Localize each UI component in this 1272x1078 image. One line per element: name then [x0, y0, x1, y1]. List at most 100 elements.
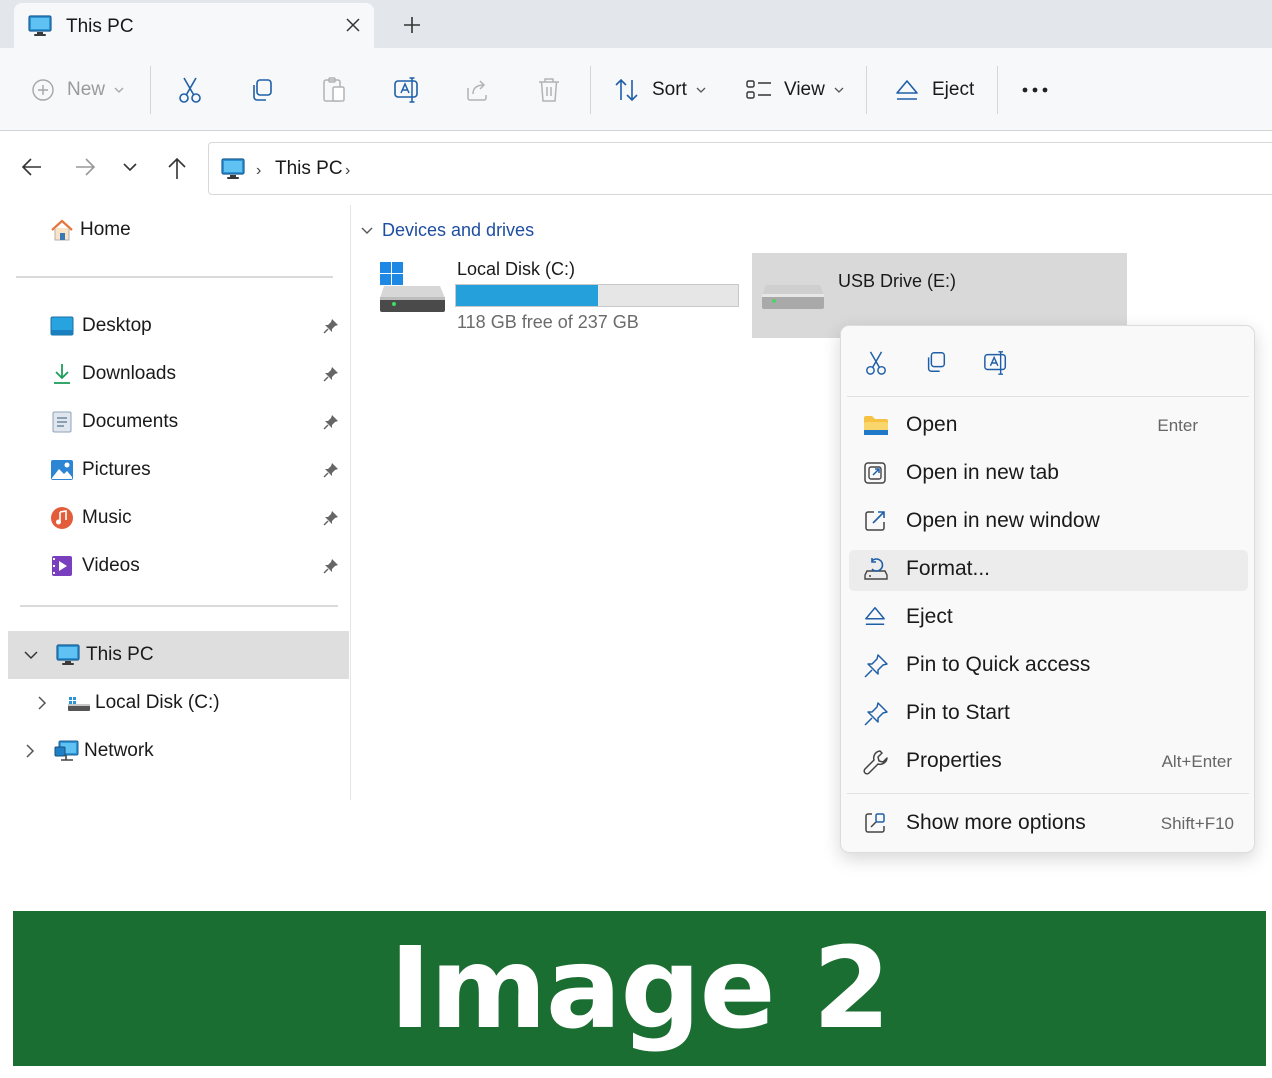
sidebar-item-downloads[interactable]: Downloads	[50, 351, 176, 397]
menu-item-pin-to-quick-access[interactable]: Pin to Quick access	[849, 646, 1248, 687]
tree-item-local-disk[interactable]: Local Disk (C:)	[36, 680, 220, 726]
pin-icon[interactable]	[322, 557, 340, 575]
menu-item-label: Properties	[906, 749, 1002, 772]
sidebar-item-label: Music	[82, 507, 132, 528]
chevron-down-icon[interactable]	[22, 649, 40, 661]
sort-button[interactable]: Sort	[614, 48, 707, 131]
chevron-right-icon[interactable]	[36, 694, 48, 712]
tab-this-pc[interactable]: This PC	[14, 3, 374, 48]
eject-button[interactable]: Eject	[894, 48, 974, 131]
group-header-devices[interactable]: Devices and drives	[360, 220, 534, 241]
chevron-right-icon[interactable]	[24, 742, 36, 760]
breadcrumb-this-pc[interactable]: This PC	[275, 158, 343, 180]
delete-button[interactable]	[537, 48, 561, 131]
menu-separator	[847, 793, 1249, 794]
tree-item-this-pc[interactable]: This PC	[22, 631, 154, 679]
view-button[interactable]: View	[746, 48, 845, 131]
menu-item-format[interactable]: Format...	[849, 550, 1248, 591]
context-menu: Open Enter Open in new tab Open in new w…	[840, 325, 1255, 853]
up-arrow-icon[interactable]	[166, 156, 188, 180]
eject-icon	[863, 605, 887, 627]
sidebar-item-music[interactable]: Music	[50, 495, 132, 541]
sidebar-item-label: Videos	[82, 555, 140, 576]
videos-icon	[50, 554, 74, 578]
chevron-down-icon	[695, 86, 707, 94]
plus-circle-icon	[31, 78, 55, 102]
menu-item-eject[interactable]: Eject	[849, 598, 1248, 639]
drive-tile-local-disk[interactable]: Local Disk (C:) 118 GB free of 237 GB	[376, 254, 748, 340]
tree-item-network[interactable]: Network	[24, 728, 154, 774]
sidebar-item-home[interactable]: Home	[50, 207, 131, 253]
eject-icon	[894, 78, 920, 102]
rename-icon[interactable]	[983, 350, 1009, 376]
menu-item-open-in-new-window[interactable]: Open in new window	[849, 502, 1248, 543]
menu-item-shortcut: Shift+F10	[1160, 814, 1234, 833]
monitor-icon	[56, 644, 80, 666]
address-bar[interactable]: › This PC ›	[208, 142, 1272, 195]
sidebar-item-label: Pictures	[82, 459, 151, 480]
cut-icon[interactable]	[864, 350, 888, 376]
pin-icon[interactable]	[322, 365, 340, 383]
menu-item-label: Format...	[906, 557, 991, 580]
wrench-icon	[863, 749, 889, 775]
forward-arrow-icon[interactable]	[74, 156, 96, 178]
paste-button[interactable]	[321, 48, 347, 131]
tree-item-label: Local Disk (C:)	[95, 692, 220, 713]
pin-icon[interactable]	[322, 413, 340, 431]
home-icon	[50, 218, 74, 242]
menu-item-open-in-new-tab[interactable]: Open in new tab	[849, 454, 1248, 495]
menu-item-shortcut: Enter	[1157, 416, 1198, 435]
format-icon	[863, 557, 889, 581]
new-label: New	[67, 78, 106, 100]
rename-button[interactable]	[393, 48, 421, 131]
view-label: View	[784, 78, 825, 100]
toolbar-separator	[866, 66, 867, 114]
drive-name: Local Disk (C:)	[457, 259, 576, 279]
menu-separator	[847, 396, 1249, 397]
view-icon	[746, 79, 772, 101]
music-icon	[50, 506, 74, 530]
copy-button[interactable]	[249, 48, 275, 131]
new-button[interactable]: New	[31, 48, 125, 131]
chevron-down-icon	[833, 86, 845, 94]
rename-icon	[393, 76, 421, 104]
toolbar-separator	[997, 66, 998, 114]
breadcrumb-separator[interactable]: ›	[345, 162, 350, 180]
recent-locations-chevron-icon[interactable]	[121, 161, 139, 173]
sidebar-item-desktop[interactable]: Desktop	[50, 303, 152, 349]
open-new-window-icon	[863, 509, 887, 533]
menu-item-open[interactable]: Open Enter	[849, 406, 1248, 447]
monitor-icon	[28, 15, 52, 37]
monitor-icon	[221, 158, 245, 180]
menu-item-label: Open	[906, 413, 958, 436]
back-arrow-icon[interactable]	[21, 156, 43, 178]
copy-icon[interactable]	[924, 350, 948, 374]
menu-item-label: Open in new tab	[906, 461, 1059, 484]
more-button[interactable]	[1021, 48, 1049, 131]
pin-icon[interactable]	[322, 509, 340, 527]
pin-icon[interactable]	[322, 317, 340, 335]
menu-item-properties[interactable]: Properties Alt+Enter	[849, 742, 1248, 783]
close-tab-icon[interactable]	[344, 16, 362, 34]
tab-title: This PC	[66, 16, 134, 37]
usb-drive-icon	[762, 279, 826, 313]
sort-label: Sort	[652, 78, 687, 100]
delete-icon	[537, 77, 561, 103]
cut-button[interactable]	[177, 48, 203, 131]
sidebar-item-videos[interactable]: Videos	[50, 543, 140, 589]
tree-item-label: This PC	[86, 644, 154, 665]
new-tab-button[interactable]	[402, 15, 422, 35]
breadcrumb-separator[interactable]: ›	[256, 162, 261, 180]
eject-label: Eject	[932, 78, 975, 100]
pin-start-icon	[863, 701, 889, 727]
pin-icon[interactable]	[322, 461, 340, 479]
sidebar-item-label: Desktop	[82, 315, 152, 336]
sidebar-item-label: Downloads	[82, 363, 176, 384]
share-icon	[465, 78, 491, 102]
menu-item-show-more-options[interactable]: Show more options Shift+F10	[849, 804, 1248, 845]
menu-item-pin-to-start[interactable]: Pin to Start	[849, 694, 1248, 735]
sidebar-item-documents[interactable]: Documents	[50, 399, 178, 445]
desktop-icon	[50, 316, 74, 336]
share-button[interactable]	[465, 48, 491, 131]
sidebar-item-pictures[interactable]: Pictures	[50, 447, 151, 493]
